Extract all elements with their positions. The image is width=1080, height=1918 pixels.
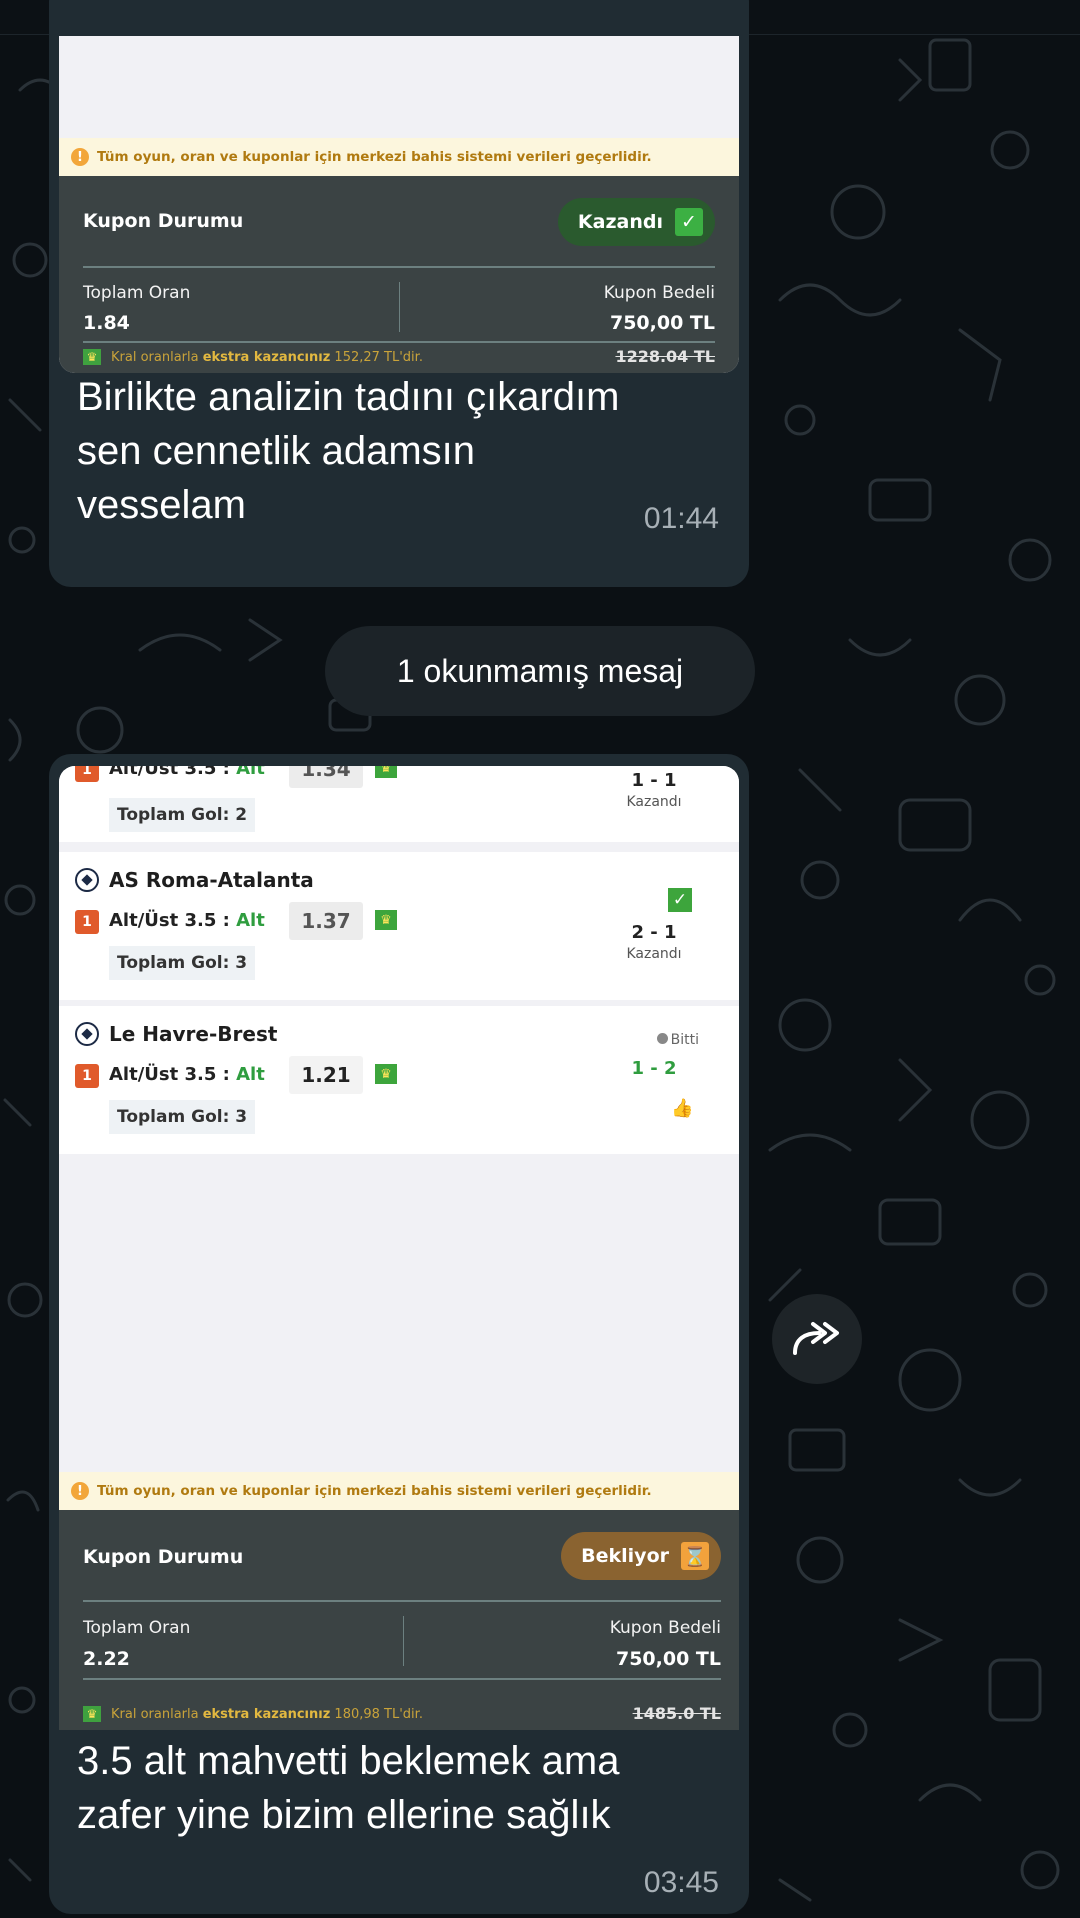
bet-number-badge: 1 bbox=[75, 1064, 99, 1088]
match-title: Le Havre-Brest bbox=[75, 1022, 277, 1046]
checkmark-icon: ✓ bbox=[675, 208, 703, 236]
status-badge-label: Bekliyor bbox=[581, 1545, 669, 1567]
match-score: 1 - 2 bbox=[631, 1058, 677, 1079]
match-score: 2 - 1 bbox=[631, 922, 677, 943]
market-label: Alt/Üst 3.5 : Alt bbox=[109, 910, 265, 931]
message-time-1: 01:44 bbox=[643, 502, 719, 535]
coupon-status-panel: Kupon Durumu Kazandı ✓ Toplam Oran 1.84 … bbox=[59, 176, 739, 343]
won-check-icon: ✓ bbox=[668, 888, 692, 912]
stake-value: 750,00 TL bbox=[615, 1648, 721, 1670]
message-text-1: Birlikte analizin tadını çıkardım sen ce… bbox=[77, 375, 620, 527]
status-badge-pending: Bekliyor ⌛ bbox=[561, 1532, 721, 1580]
crown-icon: ♛ bbox=[375, 910, 397, 930]
divider bbox=[403, 1616, 404, 1666]
total-odds-label: Toplam Oran bbox=[83, 283, 191, 303]
extra-earnings-row: ♛ Kral oranlarla ekstra kazancınız 152,2… bbox=[59, 343, 739, 373]
total-odds-label: Toplam Oran bbox=[83, 1618, 191, 1638]
message-text-2: 3.5 alt mahvetti beklemek ama zafer yine… bbox=[77, 1739, 620, 1837]
total-goals: Toplam Gol: 3 bbox=[109, 946, 256, 980]
divider bbox=[83, 266, 715, 268]
crown-icon: ♛ bbox=[83, 349, 101, 365]
match-card: 1 Alt/Üst 3.5 : Alt 1.34 ♛ Toplam Gol: 2… bbox=[59, 766, 739, 842]
football-icon bbox=[75, 1022, 99, 1046]
total-odds-value: 1.84 bbox=[83, 312, 130, 334]
hourglass-icon: ⌛ bbox=[681, 1542, 709, 1570]
total-goals: Toplam Gol: 3 bbox=[109, 1100, 256, 1134]
payout-struck: 1485.0 TL bbox=[632, 1704, 721, 1723]
forward-button[interactable] bbox=[772, 1294, 862, 1384]
status-badge-won: Kazandı ✓ bbox=[557, 198, 715, 246]
coupon-screenshot-1[interactable]: ! Tüm oyun, oran ve kuponlar için merkez… bbox=[59, 36, 739, 373]
payout-struck: 1228.04 TL bbox=[615, 347, 715, 366]
match-status: Bitti bbox=[656, 1032, 699, 1048]
stake-label: Kupon Bedeli bbox=[603, 283, 715, 303]
coupon-status-panel: Kupon Durumu Bekliyor ⌛ Toplam Oran 2.22… bbox=[59, 1510, 739, 1700]
odds-box: 1.34 bbox=[289, 766, 363, 788]
match-score: 1 - 1 bbox=[631, 770, 677, 791]
market-label: Alt/Üst 3.5 : Alt bbox=[109, 1064, 265, 1085]
info-icon: ! bbox=[71, 1482, 89, 1500]
total-odds-value: 2.22 bbox=[83, 1648, 130, 1670]
info-notice-text: Tüm oyun, oran ve kuponlar için merkezi … bbox=[97, 149, 652, 165]
info-notice: ! Tüm oyun, oran ve kuponlar için merkez… bbox=[59, 1472, 739, 1510]
match-result: Kazandı bbox=[626, 794, 682, 810]
football-icon bbox=[75, 868, 99, 892]
extra-earnings-text: Kral oranlarla ekstra kazancınız 152,27 … bbox=[111, 350, 423, 365]
bet-number-badge: 1 bbox=[75, 766, 99, 782]
coupon-screenshot-2[interactable]: 1 Alt/Üst 3.5 : Alt 1.34 ♛ Toplam Gol: 2… bbox=[59, 766, 739, 1730]
divider bbox=[83, 1678, 721, 1680]
status-dot-icon bbox=[656, 1033, 668, 1044]
message-bubble-1[interactable]: ! Tüm oyun, oran ve kuponlar için merkez… bbox=[49, 0, 749, 587]
info-notice-text: Tüm oyun, oran ve kuponlar için merkezi … bbox=[97, 1483, 652, 1499]
extra-earnings-row: ♛ Kral oranlarla ekstra kazancınız 180,9… bbox=[59, 1700, 739, 1730]
match-card: Le Havre-Brest 1 Alt/Üst 3.5 : Alt 1.21 … bbox=[59, 1006, 739, 1154]
info-icon: ! bbox=[71, 148, 89, 166]
forward-icon bbox=[793, 1322, 839, 1355]
extra-earnings-text: Kral oranlarla ekstra kazancınız 180,98 … bbox=[111, 1707, 423, 1722]
info-notice: ! Tüm oyun, oran ve kuponlar için merkez… bbox=[59, 138, 739, 176]
stake-value: 750,00 TL bbox=[609, 312, 715, 334]
unread-label: 1 okunmamış mesaj bbox=[396, 652, 684, 689]
total-goals: Toplam Gol: 2 bbox=[109, 798, 256, 832]
crown-icon: ♛ bbox=[375, 766, 397, 778]
odds-box: 1.21 bbox=[289, 1056, 363, 1094]
crown-icon: ♛ bbox=[83, 1706, 101, 1722]
odds-box: 1.37 bbox=[289, 902, 363, 940]
bet-number-badge: 1 bbox=[75, 910, 99, 934]
stake-label: Kupon Bedeli bbox=[609, 1618, 721, 1638]
coupon-status-label: Kupon Durumu bbox=[83, 210, 244, 232]
coupon-status-label: Kupon Durumu bbox=[83, 1546, 244, 1568]
message-time-2: 03:45 bbox=[643, 1866, 719, 1899]
market-label: Alt/Üst 3.5 : Alt bbox=[109, 766, 265, 779]
match-title: AS Roma-Atalanta bbox=[75, 868, 314, 892]
message-bubble-2[interactable]: 1 Alt/Üst 3.5 : Alt 1.34 ♛ Toplam Gol: 2… bbox=[49, 754, 749, 1914]
divider bbox=[83, 1600, 721, 1602]
unread-messages-separator: 1 okunmamış mesaj bbox=[325, 626, 755, 716]
match-result: Kazandı bbox=[626, 946, 682, 962]
divider bbox=[399, 282, 400, 332]
status-badge-label: Kazandı bbox=[577, 211, 663, 233]
crown-icon: ♛ bbox=[375, 1064, 397, 1084]
match-card: AS Roma-Atalanta 1 Alt/Üst 3.5 : Alt 1.3… bbox=[59, 852, 739, 1000]
thumbs-up-icon: 👍 bbox=[671, 1098, 694, 1119]
